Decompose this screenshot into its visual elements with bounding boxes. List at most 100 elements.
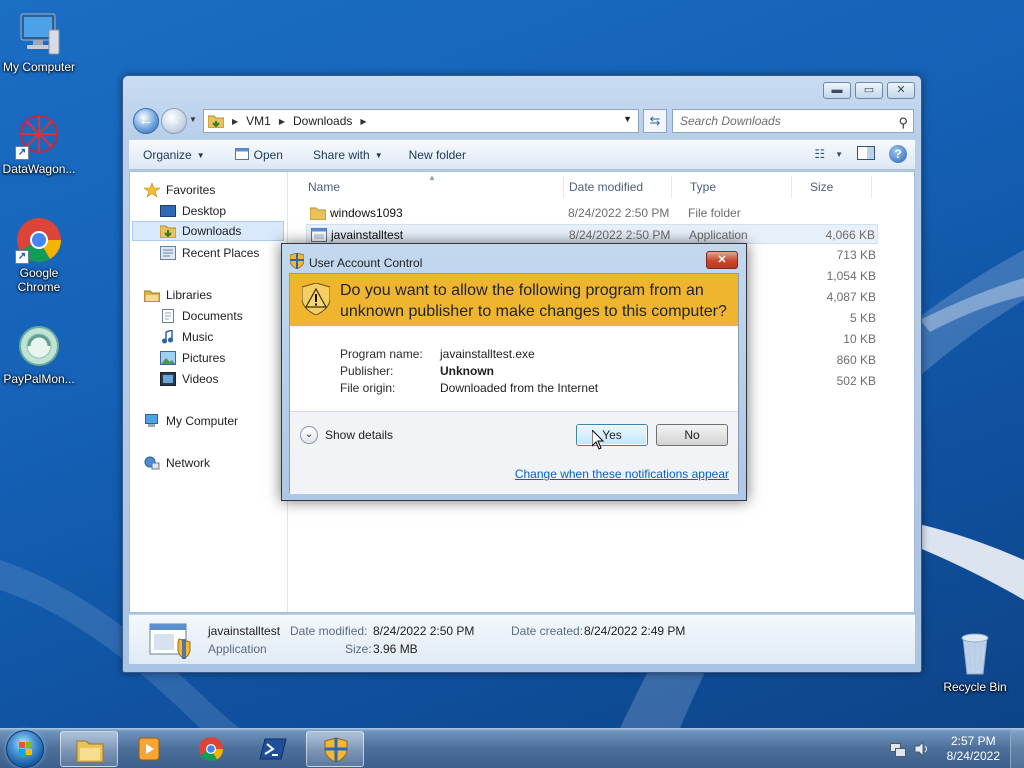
start-button[interactable] — [6, 730, 44, 768]
nav-favorites[interactable]: Favorites — [143, 180, 286, 200]
desktop-icon-recycle-bin[interactable]: Recycle Bin — [936, 630, 1014, 694]
breadcrumb-arrow-icon[interactable]: ▶ — [232, 117, 238, 126]
organize-button[interactable]: Organize ▼ — [143, 148, 205, 162]
system-tray: 2:57 PM 8/24/2022 — [874, 729, 1024, 768]
folder-icon — [207, 114, 225, 129]
network-tray-icon[interactable] — [890, 741, 906, 760]
view-options-button[interactable]: ☷ ▼ — [814, 147, 843, 161]
nav-recent-places-label: Recent Places — [182, 246, 260, 260]
file-date: 8/24/2022 2:50 PM — [569, 228, 671, 242]
file-name: windows1093 — [330, 206, 403, 220]
column-name[interactable]: Name ▲ — [290, 173, 564, 198]
publisher-label: Publisher: — [340, 364, 394, 378]
network-icon — [144, 456, 160, 470]
breadcrumb-downloads[interactable]: Downloads — [293, 114, 352, 128]
nav-pictures[interactable]: Pictures — [160, 348, 286, 368]
shortcut-arrow-icon: ↗ — [15, 250, 29, 264]
desktop-icon-label: Google Chrome — [17, 266, 61, 294]
forward-button[interactable]: → — [161, 108, 187, 134]
file-row-selected[interactable]: javainstalltest 8/24/2022 2:50 PM Applic… — [306, 224, 878, 244]
nav-recent-places[interactable]: Recent Places — [160, 243, 286, 263]
nav-libraries-label: Libraries — [166, 288, 213, 302]
nav-desktop[interactable]: Desktop — [160, 201, 286, 221]
column-type[interactable]: Type — [672, 176, 792, 198]
file-size: 4,087 KB — [826, 290, 876, 304]
recycle-bin-icon — [951, 630, 999, 678]
application-shield-icon — [149, 623, 191, 660]
nav-my-computer-label: My Computer — [166, 414, 239, 428]
nav-documents[interactable]: Documents — [160, 306, 286, 326]
taskbar-uac[interactable] — [306, 731, 364, 767]
sort-up-icon: ▲ — [428, 173, 436, 182]
taskbar-explorer[interactable] — [60, 731, 118, 767]
nav-videos[interactable]: Videos — [160, 369, 286, 389]
desktop-icon-my-computer[interactable]: My Computer — [0, 10, 78, 74]
refresh-button[interactable]: ⇆ — [643, 109, 667, 133]
volume-icon[interactable] — [914, 740, 930, 760]
taskbar-media-player[interactable] — [120, 731, 178, 767]
recent-pages-chevron-icon[interactable]: ▼ — [189, 115, 197, 124]
open-button[interactable]: Open — [234, 147, 283, 163]
new-folder-button[interactable]: New folder — [409, 148, 466, 162]
column-type-label: Type — [690, 180, 717, 194]
address-bar[interactable]: ▶ VM1 ▶ Downloads ▶ ▼ — [203, 109, 639, 133]
mouse-cursor-icon — [592, 430, 605, 450]
desktop-icon-label: PayPalMon... — [3, 372, 75, 386]
documents-icon — [160, 309, 176, 323]
change-notifications-link[interactable]: Change when these notifications appear — [515, 467, 729, 481]
nav-music-label: Music — [182, 330, 214, 344]
help-icon[interactable]: ? — [889, 145, 907, 163]
clock-time: 2:57 PM — [950, 734, 996, 748]
taskbar-powershell[interactable] — [244, 731, 302, 767]
file-origin-label: File origin: — [340, 381, 396, 395]
desktop-icon-datawagon[interactable]: ↗ DataWagon... — [0, 112, 78, 176]
uac-question: Do you want to allow the following progr… — [340, 282, 727, 320]
close-button[interactable]: ✕ — [887, 82, 915, 99]
details-size-label: Size: — [345, 642, 372, 656]
preview-pane-icon[interactable] — [857, 145, 875, 163]
minimize-button[interactable]: ▬ — [823, 82, 851, 99]
program-name-value: javainstalltest.exe — [440, 347, 535, 361]
file-row[interactable]: windows1093 8/24/2022 2:50 PM File folde… — [306, 203, 878, 223]
nav-downloads-label: Downloads — [182, 224, 242, 238]
nav-downloads[interactable]: Downloads — [132, 221, 284, 241]
computer-icon — [144, 414, 160, 428]
search-input[interactable]: Search Downloads ⚲ — [672, 109, 914, 133]
desktop-icon-google-chrome[interactable]: ↗ Google Chrome — [0, 216, 78, 294]
column-size[interactable]: Size — [792, 176, 872, 198]
publisher-value: Unknown — [440, 364, 494, 378]
breadcrumb-vm1[interactable]: VM1 — [246, 114, 271, 128]
no-button[interactable]: No — [656, 424, 728, 446]
share-with-label: Share with — [312, 148, 370, 162]
address-dropdown-icon[interactable]: ▼ — [623, 114, 632, 124]
clock[interactable]: 2:57 PM 8/24/2022 — [947, 734, 1000, 764]
nav-libraries[interactable]: Libraries — [143, 285, 286, 305]
show-details-label: Show details — [325, 428, 394, 442]
chrome-icon: ↗ — [15, 216, 63, 264]
maximize-button[interactable]: ▭ — [855, 82, 883, 99]
new-folder-label: New folder — [408, 148, 466, 162]
file-type: File folder — [688, 206, 741, 220]
column-date-modified-label: Date modified — [569, 180, 644, 194]
shortcut-arrow-icon: ↗ — [15, 146, 29, 160]
column-date-modified[interactable]: Date modified — [551, 176, 672, 198]
details-date-modified-label: Date modified: — [290, 624, 368, 638]
paypalmon-icon — [15, 322, 63, 370]
search-icon[interactable]: ⚲ — [898, 112, 908, 134]
nav-music[interactable]: Music — [160, 327, 286, 347]
share-with-button[interactable]: Share with ▼ — [313, 148, 383, 162]
nav-network[interactable]: Network — [144, 453, 286, 473]
show-desktop-button[interactable] — [1010, 729, 1024, 768]
breadcrumb-arrow-icon[interactable]: ▶ — [279, 117, 285, 126]
taskbar-chrome[interactable] — [182, 731, 240, 767]
details-date-created-label: Date created: — [511, 624, 584, 638]
breadcrumb-arrow-icon[interactable]: ▶ — [360, 117, 366, 126]
desktop-icon-label: Recycle Bin — [943, 680, 1007, 694]
show-details-toggle[interactable]: ⌄ Show details — [300, 426, 393, 444]
back-button[interactable]: ← — [133, 108, 159, 134]
yes-button[interactable]: Yes — [576, 424, 648, 446]
desktop-icon-paypalmon[interactable]: PayPalMon... — [0, 322, 78, 386]
chevron-down-icon: ⌄ — [300, 426, 318, 444]
nav-my-computer[interactable]: My Computer — [144, 411, 286, 431]
uac-close-button[interactable]: ✕ — [706, 251, 738, 269]
